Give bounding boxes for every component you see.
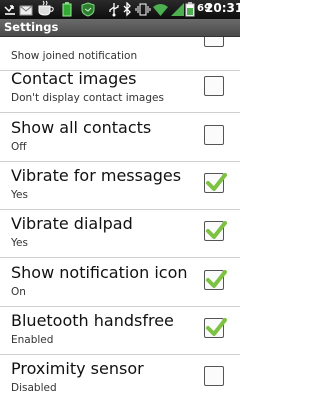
setting-row[interactable]: Vibrate for messages Yes bbox=[0, 162, 240, 210]
setting-row[interactable]: Bluetooth handsfree Enabled bbox=[0, 307, 240, 355]
setting-checkbox[interactable] bbox=[204, 318, 227, 338]
setting-summary: Yes bbox=[11, 237, 28, 249]
setting-row[interactable]: Show all contacts Off bbox=[0, 114, 240, 162]
setting-row[interactable]: Show notification icon On bbox=[0, 259, 240, 307]
check-icon bbox=[206, 221, 227, 239]
setting-summary: Show joined notification bbox=[11, 50, 138, 62]
setting-title: Proximity sensor bbox=[11, 359, 144, 378]
setting-row[interactable]: Vibrate dialpad Yes bbox=[0, 210, 240, 258]
setting-summary: On bbox=[11, 286, 26, 298]
setting-checkbox[interactable] bbox=[204, 173, 227, 193]
setting-checkbox[interactable] bbox=[204, 125, 224, 145]
setting-title: Contact images bbox=[11, 69, 137, 88]
setting-summary: Yes bbox=[11, 189, 28, 201]
setting-summary: Enabled bbox=[11, 334, 54, 346]
setting-title: Vibrate for messages bbox=[11, 166, 182, 185]
setting-summary: Off bbox=[11, 141, 27, 153]
setting-checkbox[interactable] bbox=[204, 270, 227, 290]
status-bar: 69 20:31 bbox=[0, 0, 244, 19]
setting-title: Show all contacts bbox=[11, 118, 152, 137]
clock: 20:31 bbox=[205, 1, 244, 15]
setting-checkbox[interactable] bbox=[204, 76, 224, 96]
title-bar: Settings bbox=[0, 19, 240, 37]
setting-row[interactable]: Proximity sensor Disabled bbox=[0, 355, 240, 400]
setting-checkbox[interactable] bbox=[204, 366, 224, 386]
setting-title: Show notification icon bbox=[11, 263, 188, 282]
setting-title: Bluetooth handsfree bbox=[11, 311, 174, 330]
setting-summary: Don't display contact images bbox=[11, 92, 164, 104]
page-title: Settings bbox=[4, 20, 59, 34]
divider bbox=[0, 257, 240, 258]
check-icon bbox=[206, 318, 227, 336]
divider bbox=[0, 112, 240, 113]
check-icon bbox=[206, 173, 227, 191]
check-icon bbox=[206, 270, 227, 288]
setting-summary: Disabled bbox=[11, 382, 57, 394]
settings-list[interactable]: Show joined notification Contact images Do… bbox=[0, 37, 240, 400]
setting-title: Vibrate dialpad bbox=[11, 214, 133, 233]
setting-checkbox[interactable] bbox=[204, 221, 227, 241]
setting-row[interactable]: Contact images Don't display contact imag… bbox=[0, 65, 240, 113]
setting-checkbox[interactable] bbox=[204, 37, 224, 47]
